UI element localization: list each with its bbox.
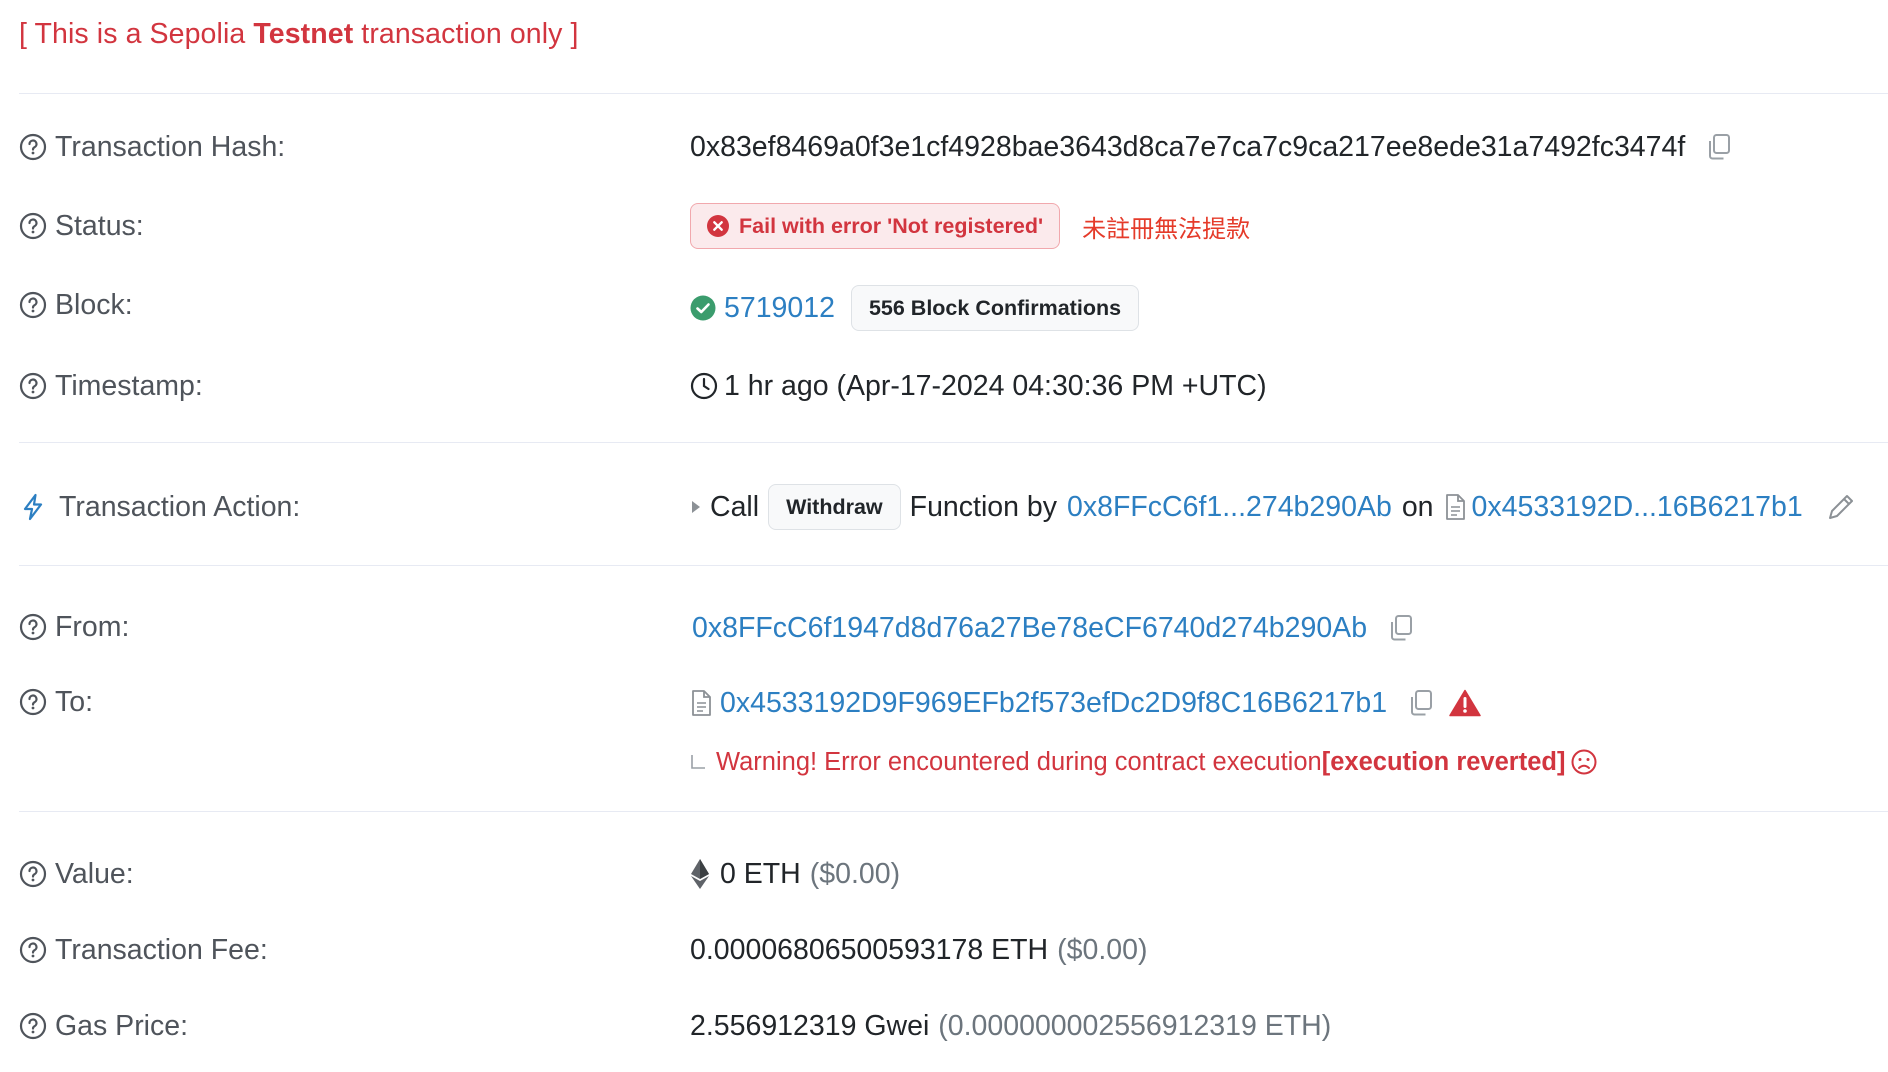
gas-price-label-text: Gas Price: xyxy=(55,1009,189,1042)
tx-action-label-text: Transaction Action: xyxy=(59,490,301,523)
notice-prefix: [ This is a Sepolia xyxy=(19,18,254,50)
action-function-by: Function by xyxy=(909,490,1058,523)
question-circle-icon[interactable] xyxy=(19,1012,47,1040)
question-circle-icon[interactable] xyxy=(19,212,47,240)
warning-bold-text: [execution reverted] xyxy=(1321,747,1566,776)
warning-text: Warning! Error encountered during contra… xyxy=(716,747,1322,776)
divider xyxy=(19,565,1888,566)
warning-triangle-icon[interactable] xyxy=(1449,689,1481,717)
copy-icon[interactable] xyxy=(1387,613,1415,643)
timestamp-label-text: Timestamp: xyxy=(55,369,203,402)
lightning-icon xyxy=(23,493,43,521)
document-icon xyxy=(1445,494,1465,520)
status-label: Status: xyxy=(19,206,144,246)
check-circle-icon xyxy=(690,295,716,321)
block-label-text: Block: xyxy=(55,288,133,321)
copy-icon[interactable] xyxy=(1407,688,1435,718)
from-label-text: From: xyxy=(55,610,130,643)
fee-label-text: Transaction Fee: xyxy=(55,933,268,966)
status-label-text: Status: xyxy=(55,209,144,242)
status-badge-text: Fail with error 'Not registered' xyxy=(739,213,1044,238)
timestamp-value-row: 1 hr ago (Apr-17-2024 04:30:36 PM +UTC) xyxy=(690,360,1267,412)
copy-icon[interactable] xyxy=(1705,132,1733,162)
notice-suffix: transaction only ] xyxy=(353,18,579,50)
value-amount: 0 ETH xyxy=(720,857,801,890)
divider xyxy=(19,93,1888,94)
divider xyxy=(19,811,1888,812)
tx-hash-label: Transaction Hash: xyxy=(19,127,285,167)
clock-icon xyxy=(690,372,718,400)
status-note: 未註冊無法提款 xyxy=(1082,215,1251,243)
fee-value-row: 0.00006806500593178 ETH ($0.00) xyxy=(690,924,1147,976)
gas-price-amount: 2.556912319 Gwei xyxy=(690,1009,930,1042)
from-address-link[interactable]: 0x8FFcC6f1947d8d76a27Be78eCF6740d274b290… xyxy=(692,612,1367,645)
pencil-icon[interactable] xyxy=(1825,491,1857,523)
timestamp-value: 1 hr ago (Apr-17-2024 04:30:36 PM +UTC) xyxy=(724,369,1267,402)
value-label: Value: xyxy=(19,854,134,894)
to-value-row: 0x4533192D9F969EFb2f573efDc2D9f8C16B6217… xyxy=(690,677,1481,729)
fee-amount: 0.00006806500593178 ETH xyxy=(690,933,1049,966)
to-warning: Warning! Error encountered during contra… xyxy=(690,744,1597,780)
gas-price-value-row: 2.556912319 Gwei (0.000000002556912319 E… xyxy=(690,1000,1331,1052)
from-label: From: xyxy=(19,607,129,647)
branch-corner-icon xyxy=(691,755,705,769)
block-number-link[interactable]: 5719012 xyxy=(724,292,835,325)
gas-price-label: Gas Price: xyxy=(19,1006,188,1046)
question-circle-icon[interactable] xyxy=(19,936,47,964)
transaction-details-page: [ This is a Sepolia Testnet transaction … xyxy=(0,0,1888,1072)
ethereum-icon xyxy=(691,859,709,889)
value-label-text: Value: xyxy=(55,857,134,890)
document-icon xyxy=(692,690,711,716)
notice-bold: Testnet xyxy=(253,18,354,50)
tx-hash-value: 0x83ef8469a0f3e1cf4928bae3643d8ca7e7ca7c… xyxy=(690,130,1686,163)
caret-right-icon[interactable] xyxy=(690,499,702,515)
tx-hash-value-row: 0x83ef8469a0f3e1cf4928bae3643d8ca7e7ca7c… xyxy=(690,121,1733,173)
action-contract-link[interactable]: 0x4533192D...16B6217b1 xyxy=(1472,491,1803,524)
action-on-text: on xyxy=(1401,490,1434,523)
from-value-row: 0x8FFcC6f1947d8d76a27Be78eCF6740d274b290… xyxy=(690,602,1415,654)
fee-usd: ($0.00) xyxy=(1057,933,1148,966)
block-label: Block: xyxy=(19,285,133,325)
value-usd: ($0.00) xyxy=(809,857,901,890)
question-circle-icon[interactable] xyxy=(19,372,47,400)
status-value-row: Fail with error 'Not registered' 未註冊無法提款 xyxy=(690,200,1250,252)
to-label-text: To: xyxy=(55,685,94,718)
action-call-text: Call xyxy=(710,490,760,523)
status-badge: Fail with error 'Not registered' xyxy=(690,203,1061,249)
divider xyxy=(19,442,1888,443)
question-circle-icon[interactable] xyxy=(19,613,47,641)
to-address-link[interactable]: 0x4533192D9F969EFb2f573efDc2D9f8C16B6217… xyxy=(720,687,1387,720)
block-value-row: 5719012 556 Block Confirmations xyxy=(690,282,1140,334)
question-circle-icon[interactable] xyxy=(19,860,47,888)
tx-action-value-row: Call Withdraw Function by 0x8FFcC6f1...2… xyxy=(690,481,1857,533)
timestamp-label: Timestamp: xyxy=(19,366,203,406)
error-circle-icon xyxy=(707,215,729,237)
question-circle-icon[interactable] xyxy=(19,688,47,716)
to-label: To: xyxy=(19,682,93,722)
tx-action-label: Transaction Action: xyxy=(19,487,300,527)
fee-label: Transaction Fee: xyxy=(19,930,268,970)
method-badge: Withdraw xyxy=(768,484,901,530)
question-circle-icon[interactable] xyxy=(19,291,47,319)
action-from-link[interactable]: 0x8FFcC6f1...274b290Ab xyxy=(1067,491,1392,524)
tx-hash-label-text: Transaction Hash: xyxy=(55,130,286,163)
frown-icon xyxy=(1571,749,1597,775)
testnet-notice: [ This is a Sepolia Testnet transaction … xyxy=(19,18,579,51)
question-circle-icon[interactable] xyxy=(19,133,47,161)
value-value-row: 0 ETH ($0.00) xyxy=(690,848,900,900)
block-confirmations-badge: 556 Block Confirmations xyxy=(850,285,1140,331)
gas-price-eth: (0.000000002556912319 ETH) xyxy=(938,1009,1332,1042)
